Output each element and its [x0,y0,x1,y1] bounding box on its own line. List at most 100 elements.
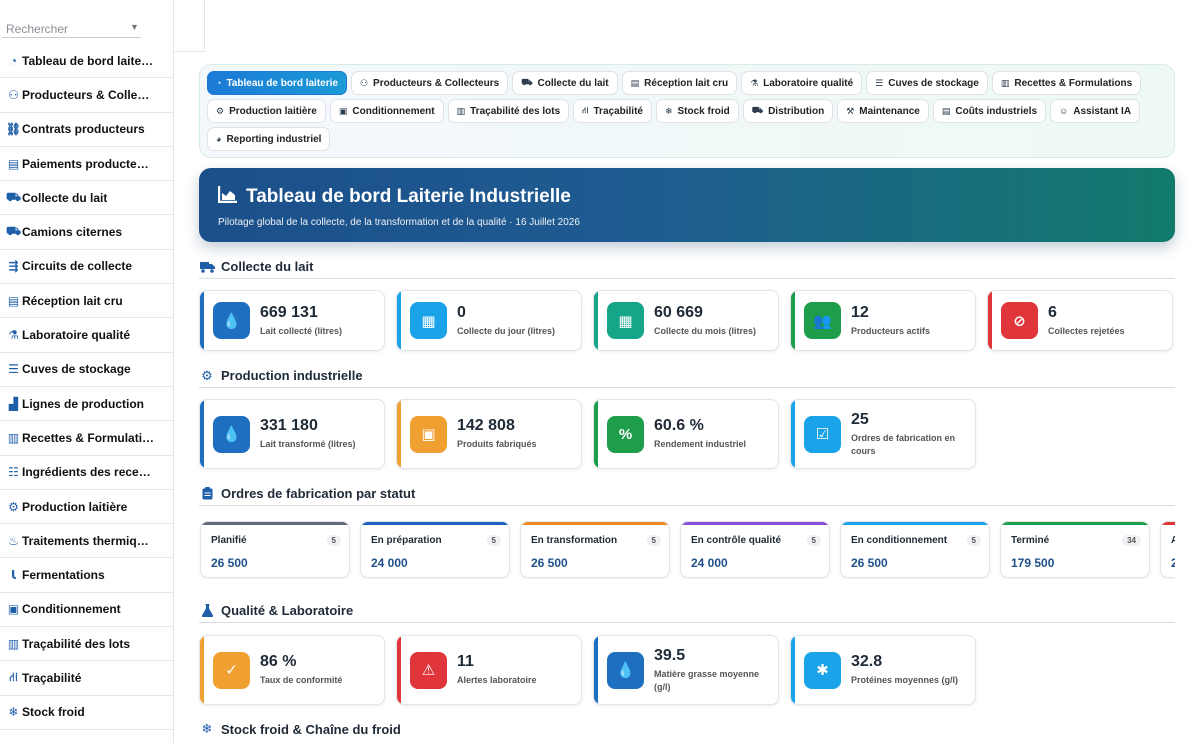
ban-icon: ⊘ [1001,302,1038,339]
section-title: Production industrielle [221,368,363,383]
status-card: En transformation 5 26 500 [520,521,670,578]
ordres-status-cards: Planifié 5 26 500 En préparation 5 24 000 En t… [199,521,1175,579]
truck-icon [199,261,215,273]
sidebar-item[interactable]: ⛙ Traçabilité [0,661,173,696]
box-icon: ▣ [410,415,447,453]
tab-item[interactable]: ⛙ Traçabilité [573,99,652,123]
sidebar-item[interactable]: ⚇ Producteurs & Colle… [0,78,173,113]
card-text: 32.8 Protéines moyennes (g/l) [851,653,958,687]
kpi-card: 💧 331 180 Lait transformé (litres) [199,399,385,469]
sidebar-item[interactable]: ⛓ Contrats producteurs [0,113,173,147]
sidebar-item[interactable]: ⛟ Collecte du lait [0,181,173,216]
kpi-label: Lait collecté (litres) [260,325,343,336]
truck-icon: ⛟ [521,77,533,87]
tab-item[interactable]: ◕ Reporting industriel [207,127,331,151]
kpi-label: Lait transformé (litres) [260,439,356,449]
sidebar-item[interactable]: ⇶ Circuits de collecte [0,250,173,285]
kpi-card: ▣ 142 808 Produits fabriqués [396,399,582,469]
sidebar-item-label: Traitements thermiq… [22,533,149,548]
section-collecte: Collecte du lait [199,255,1175,279]
chart-icon: ▟ [8,396,19,411]
tab-item[interactable]: ◔ Tableau de bord laiterie [207,71,347,95]
warning-icon: ⚠ [410,651,447,689]
status-card: Planifié 5 26 500 [200,521,350,578]
status-value: 26 500 [211,556,248,570]
tab-label: Collecte du lait [537,77,609,89]
sidebar-item[interactable]: ▥ Traçabilité des lots [0,627,173,662]
kpi-label: Producteurs actifs [851,325,931,336]
card-text: 86 % Taux de conformité [260,653,342,687]
search-select[interactable]: Rechercher ▼ [0,0,173,44]
card-text: 12 Producteurs actifs [851,304,930,338]
users-icon: 👥 [804,302,841,339]
sidebar-item[interactable]: ⛟ Camions citernes [0,215,173,250]
kpi-value: 32.8 [851,653,883,670]
tab-item[interactable]: ☰ Cuves de stockage [866,71,988,95]
status-accent [521,522,669,525]
card-text: 39.5 Matière grasse moyenne (g/l) [654,647,774,694]
sidebar-item[interactable]: ⚙ Production laitière [0,490,173,525]
tab-item[interactable]: ❄ Stock froid [655,99,739,123]
sidebar-item[interactable]: ❄ Stock froid [0,696,173,730]
sidebar: Rechercher ▼ ◔ Tableau de bord laite… ⚇ Pro… [0,0,174,743]
gauge-icon: ◔ [9,53,18,68]
sidebar-item[interactable]: ▤ Réception lait cru [0,284,173,319]
sidebar-item[interactable]: ▣ Conditionnement [0,593,173,628]
card-accent-bar [397,291,401,350]
truck-icon: ⛟ [5,224,22,239]
tab-item[interactable]: ▣ Conditionnement [329,99,444,123]
sidebar-item[interactable]: ☷ Ingrédients des rece… [0,456,173,490]
tab-item[interactable]: ⛟ Collecte du lait [512,71,618,95]
tab-label: Maintenance [859,105,920,117]
status-card: Terminé 34 179 500 [1000,521,1150,578]
kpi-label: Protéines moyennes (g/l) [851,675,959,685]
tab-item[interactable]: ⚙ Production laitière [207,99,326,123]
sidebar-item[interactable]: ♨ Traitements thermiq… [0,524,173,559]
status-name: En transformation [531,535,618,546]
tab-item[interactable]: ⚒ Maintenance [837,99,929,123]
tab-item[interactable]: ⚗ Laboratoire qualité [741,71,863,95]
tab-label: Traçabilité [593,105,643,117]
tab-label: Assistant IA [1073,105,1132,117]
kpi-value: 142 808 [457,417,515,434]
tab-item[interactable]: ▥ Traçabilité des lots [447,99,570,123]
sidebar-item[interactable]: ⚗ Laboratoire qualité [0,318,173,353]
tasks-icon: ☑ [804,415,841,453]
snowflake-icon: ❄ [201,721,213,736]
percent-icon: % [607,415,644,453]
thermometer-icon: Ꙇ [10,568,17,583]
sidebar-item[interactable]: ▥ Recettes & Formulati… [0,421,173,456]
tab-item[interactable]: ▤ Réception lait cru [621,71,738,95]
snowflake-icon: ❄ [8,705,19,720]
tab-label: Coûts industriels [955,105,1038,117]
sidebar-nav: ◔ Tableau de bord laite… ⚇ Producteurs & Co… [0,44,173,730]
sidebar-item[interactable]: ▟ Lignes de production [0,387,173,422]
sidebar-item-label: Collecte du lait [22,190,108,205]
kpi-value: 0 [457,303,466,321]
sidebar-item[interactable]: ☰ Cuves de stockage [0,353,173,387]
tab-label: Cuves de stockage [888,77,979,89]
tab-item[interactable]: ▥ Recettes & Formulations [991,71,1142,95]
status-value: 26 500 [531,556,568,570]
kpi-card: ☑ 25 Ordres de fabrication en cours [790,399,976,469]
card-accent-bar [594,400,598,468]
tab-item[interactable]: ⚇ Producteurs & Collecteurs [350,71,509,95]
truck-icon: ⛟ [5,189,22,204]
sidebar-item-label: Stock froid [22,705,85,720]
tab-item[interactable]: ▤ Coûts industriels [932,99,1047,123]
tab-item[interactable]: ⛟ Distribution [742,99,834,123]
sidebar-item[interactable]: Ꙇ Fermentations [0,558,173,593]
caret-down-icon[interactable]: ▼ [130,22,139,32]
sidebar-item[interactable]: ▤ Paiements producte… [0,147,173,182]
status-accent [201,522,349,525]
tab-label: Stock froid [677,105,730,117]
kpi-value: 60.6 % [654,417,704,434]
collecte-cards: 💧 669 131 Lait collecté (litres) ▦ 0 Collecte… [199,290,1175,351]
tab-item[interactable]: ☺ Assistant IA [1050,99,1141,123]
sidebar-item-label: Fermentations [22,568,105,583]
kpi-label: Produits fabriqués [457,439,537,449]
sidebar-item-label: Circuits de collecte [22,259,133,274]
sidebar-item[interactable]: ◔ Tableau de bord laite… [0,44,173,79]
status-count-badge: 5 [486,535,501,546]
kpi-value: 86 % [260,653,297,670]
